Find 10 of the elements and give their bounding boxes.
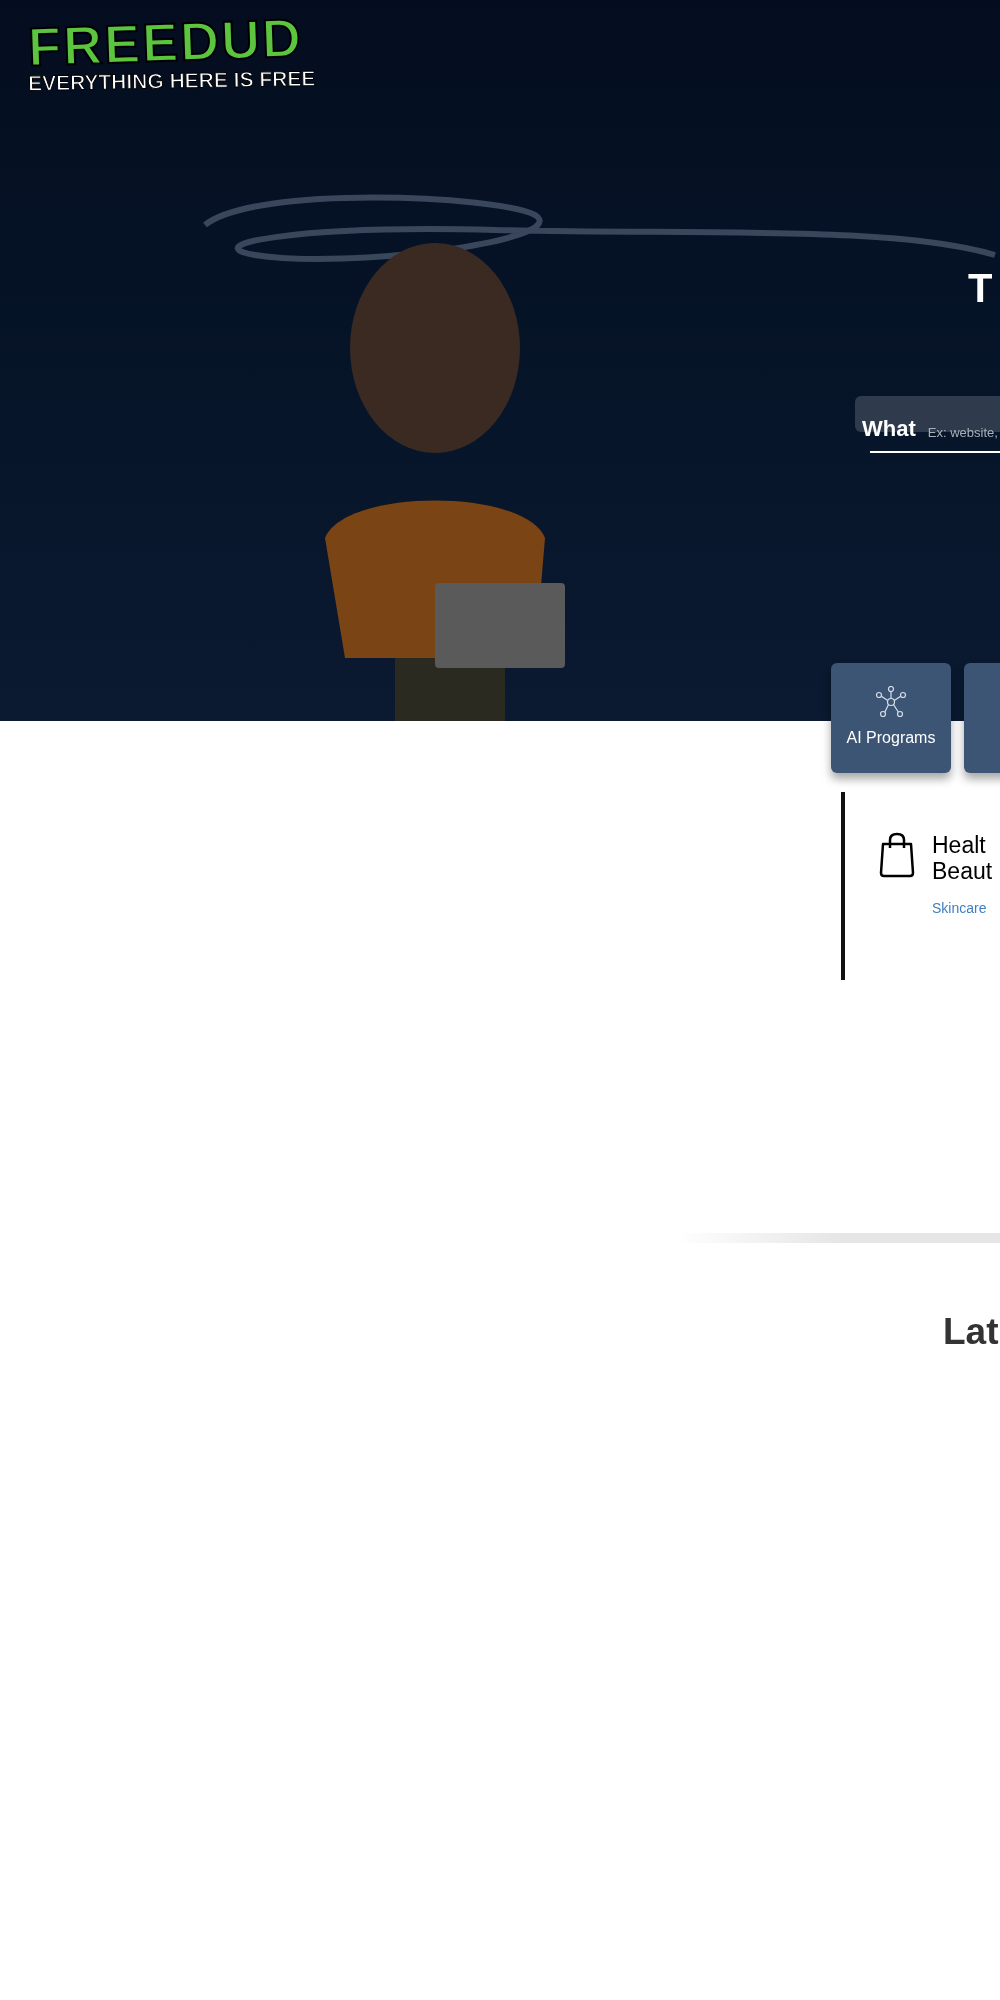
shopping-bag-icon — [878, 832, 916, 878]
category-card[interactable]: AI Programs — [831, 663, 951, 773]
category-link[interactable]: Skincare — [932, 898, 993, 919]
search-label: What — [862, 418, 916, 440]
hero-title: T — [968, 268, 993, 308]
network-icon — [875, 686, 907, 718]
search-field[interactable]: Ex: website, — [927, 425, 1000, 440]
section-heading: Lat — [943, 1313, 999, 1350]
logo-tagline: EVERYTHING HERE IS FREE — [27, 66, 316, 96]
featured-title[interactable]: Healt Beaut — [932, 832, 993, 884]
